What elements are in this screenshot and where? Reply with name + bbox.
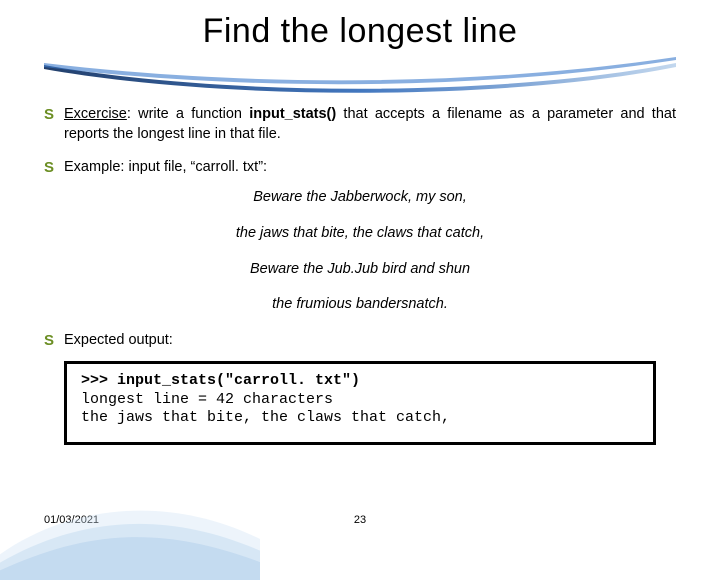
bullet-glyph: S [44,105,64,125]
bullet-3: S Expected output: [44,331,676,351]
output-line-3: the jaws that bite, the claws that catch… [81,409,639,428]
footer-page-number: 23 [354,514,366,526]
footer-date: 01/03/2021 [44,514,99,526]
quote-line-1: Beware the Jabberwock, my son, [44,188,676,208]
title-separator [44,57,676,95]
slide-root: Find the longest line S Excercise: write… [0,0,720,540]
exercise-label: Excercise [64,106,127,122]
bullet-1-text: Excercise: write a function input_stats(… [64,105,676,144]
bullet-glyph: S [44,331,64,351]
output-line-2: longest line = 42 characters [81,391,639,410]
bullet-1: S Excercise: write a function input_stat… [44,105,676,144]
bullet-glyph: S [44,158,64,178]
t: write a function [138,106,249,122]
function-name: input_stats() [249,106,336,122]
slide-title: Find the longest line [44,12,676,51]
quote-line-3: Beware the Jub.Jub bird and shun [44,260,676,280]
quote-line-2: the jaws that bite, the claws that catch… [44,224,676,244]
slide-content: S Excercise: write a function input_stat… [44,105,676,445]
sep: : [127,106,138,122]
bullet-3-text: Expected output: [64,331,676,351]
quote-block: Beware the Jabberwock, my son, the jaws … [44,188,676,314]
bullet-2-text: Example: input file, “carroll. txt”: [64,158,676,178]
expected-output-box: >>> input_stats("carroll. txt") longest … [64,361,656,445]
bullet-2: S Example: input file, “carroll. txt”: [44,158,676,178]
quote-line-4: the frumious bandersnatch. [44,295,676,315]
slide-footer: 01/03/2021 23 [44,514,676,526]
output-line-1: >>> input_stats("carroll. txt") [81,372,639,391]
